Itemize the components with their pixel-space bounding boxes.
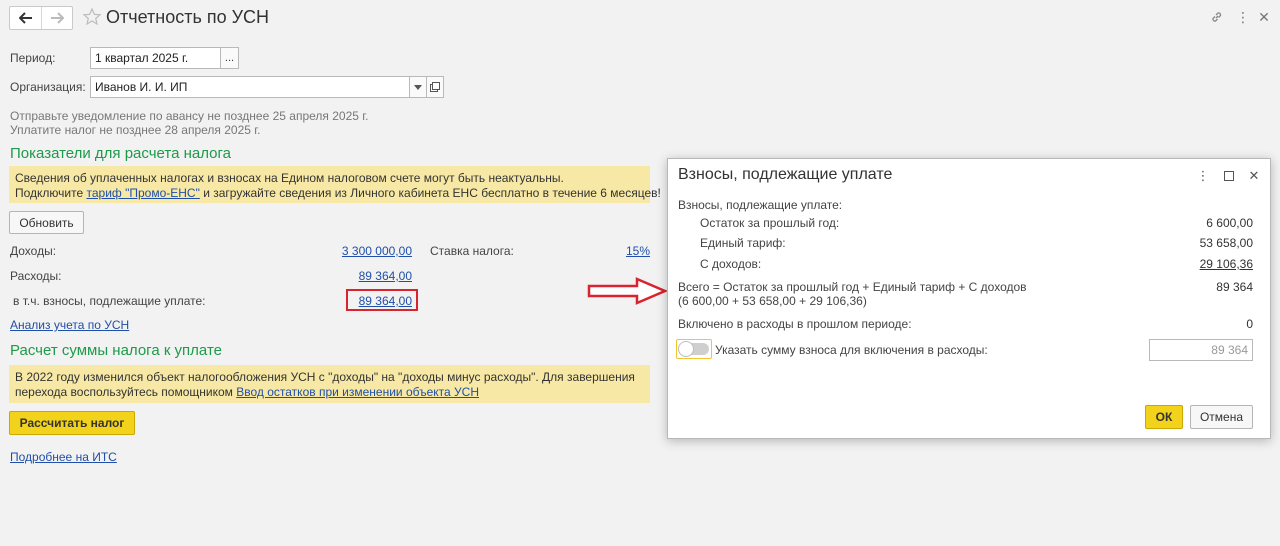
favorite-star-icon[interactable] — [82, 7, 102, 27]
calculate-tax-button[interactable]: Рассчитать налог — [9, 411, 135, 435]
organization-open-button[interactable] — [426, 76, 444, 98]
object-change-prefix: перехода воспользуйтесь помощником — [15, 385, 237, 399]
toggle-track — [678, 341, 709, 357]
organization-label: Организация: — [10, 80, 86, 94]
calculation-section-title: Расчет суммы налога к уплате — [10, 342, 222, 359]
object-change-info-box: В 2022 году изменился объект налогооблож… — [9, 365, 650, 403]
toggle-knob — [678, 341, 694, 357]
dialog-more-icon[interactable]: ⋮ — [1196, 168, 1210, 183]
period-label: Период: — [10, 51, 56, 65]
dialog-heading: Взносы, подлежащие уплате: — [678, 198, 843, 212]
its-details-link[interactable]: Подробнее на ИТС — [10, 450, 117, 464]
ens-info-line2: Подключите тариф "Промо-ЕНС" и загружайт… — [15, 186, 661, 201]
expenses-label: Расходы: — [10, 269, 62, 283]
arrow-left-icon — [18, 12, 32, 24]
total-formula: Всего = Остаток за прошлый год + Единый … — [678, 280, 1027, 294]
forward-button[interactable] — [41, 7, 72, 29]
tax-rate-label: Ставка налога: — [430, 244, 514, 258]
ens-info-line1: Сведения об уплаченных налогах и взносах… — [15, 171, 564, 185]
chevron-down-icon — [414, 84, 422, 90]
cancel-button[interactable]: Отмена — [1190, 405, 1253, 429]
dialog-maximize-icon[interactable] — [1222, 169, 1236, 183]
total-formula-values: (6 600,00 + 53 658,00 + 29 106,36) — [678, 294, 867, 308]
ens-info-suffix: и загружайте сведения из Личного кабинет… — [199, 186, 661, 200]
prev-year-balance-value: 6 600,00 — [1206, 216, 1253, 230]
more-menu-icon[interactable]: ⋮ — [1235, 9, 1251, 25]
period-select-button[interactable]: ... — [220, 47, 239, 69]
from-income-value-link[interactable]: 29 106,36 — [1108, 257, 1253, 271]
refresh-button[interactable]: Обновить — [9, 211, 84, 234]
red-arrow-icon — [587, 277, 667, 305]
period-field[interactable]: 1 квартал 2025 г. — [90, 47, 221, 69]
object-change-line1: В 2022 году изменился объект налогооблож… — [15, 370, 635, 384]
ens-info-prefix: Подключите — [15, 186, 87, 200]
specify-amount-toggle[interactable] — [676, 339, 712, 359]
indicators-section-title: Показатели для расчета налога — [10, 145, 231, 162]
page-title: Отчетность по УСН — [106, 7, 270, 27]
back-button[interactable] — [10, 7, 41, 29]
notice-advance: Отправьте уведомление по авансу не поздн… — [10, 109, 369, 123]
balance-input-assistant-link[interactable]: Ввод остатков при изменении объекта УСН — [236, 385, 479, 399]
amount-input[interactable]: 89 364 — [1149, 339, 1253, 361]
dialog-title: Взносы, подлежащие уплате — [678, 166, 893, 183]
promo-ens-link[interactable]: тариф "Промо-ЕНС" — [86, 186, 199, 200]
usn-analysis-link[interactable]: Анализ учета по УСН — [10, 318, 129, 332]
ok-button[interactable]: ОК — [1145, 405, 1183, 429]
tax-rate-link[interactable]: 15% — [600, 244, 650, 258]
organization-dropdown-button[interactable] — [409, 76, 427, 98]
included-expenses-value: 0 — [1246, 317, 1253, 331]
contributions-label: в т.ч. взносы, подлежащие уплате: — [13, 294, 206, 308]
dialog-close-icon[interactable]: ✕ — [1247, 168, 1261, 183]
specify-amount-label: Указать сумму взноса для включения в рас… — [715, 343, 988, 357]
ens-info-box: Сведения об уплаченных налогах и взносах… — [9, 166, 661, 203]
link-icon[interactable] — [1209, 9, 1225, 25]
expenses-value-link[interactable]: 89 364,00 — [300, 269, 412, 283]
organization-field[interactable]: Иванов И. И. ИП — [90, 76, 410, 98]
arrow-right-icon — [51, 12, 64, 24]
contributions-dialog: Взносы, подлежащие уплате ⋮ ✕ Взносы, по… — [667, 158, 1271, 439]
included-expenses-label: Включено в расходы в прошлом периоде: — [678, 317, 912, 331]
total-value: 89 364 — [1216, 280, 1253, 294]
contributions-value-link[interactable]: 89 364,00 — [300, 294, 412, 308]
income-label: Доходы: — [10, 244, 57, 258]
single-tariff-label: Единый тариф: — [700, 236, 786, 250]
close-icon[interactable]: ✕ — [1256, 9, 1272, 25]
object-change-line2: перехода воспользуйтесь помощником Ввод … — [15, 385, 644, 400]
single-tariff-value: 53 658,00 — [1199, 236, 1253, 250]
open-window-icon — [430, 82, 440, 92]
income-value-link[interactable]: 3 300 000,00 — [300, 244, 412, 258]
notice-tax: Уплатите налог не позднее 28 апреля 2025… — [10, 123, 261, 137]
navigation-buttons — [9, 6, 73, 30]
from-income-label: С доходов: — [700, 257, 762, 271]
prev-year-balance-label: Остаток за прошлый год: — [700, 216, 840, 230]
